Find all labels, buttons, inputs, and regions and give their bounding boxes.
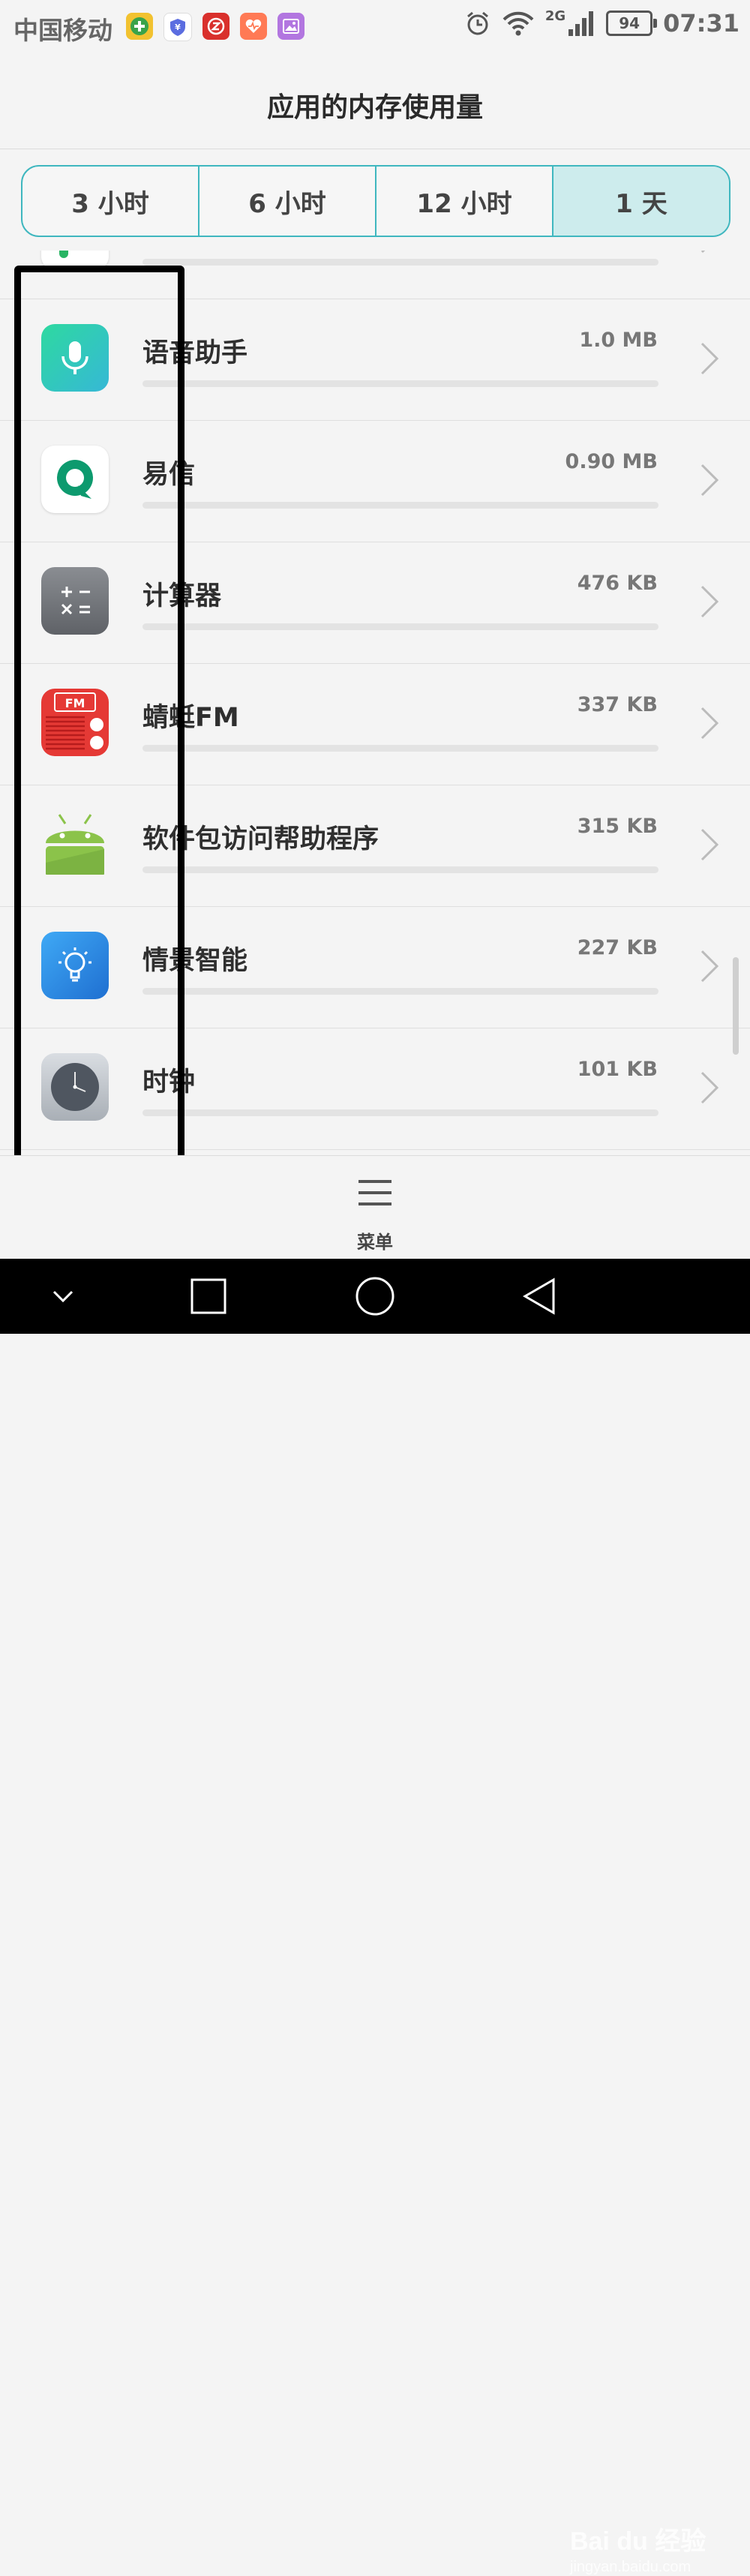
status-bar: 中国移动 ¥ 2G 94 07:31 — [0, 0, 750, 53]
tab-1-day[interactable]: 1 天 — [554, 167, 729, 236]
app-memory-size: 476 KB — [577, 572, 658, 595]
back-triangle-icon[interactable] — [519, 1275, 561, 1317]
watermark-logo: Bai du 经验 — [570, 2527, 706, 2556]
alarm-icon — [466, 11, 488, 35]
tab-6-hours[interactable]: 6 小时 — [200, 167, 376, 236]
status-right: 2G 94 07:31 — [464, 8, 740, 38]
back-down-icon[interactable] — [42, 1275, 84, 1317]
menu-label[interactable]: 菜单 — [0, 1227, 750, 1253]
add-circle-icon — [126, 13, 153, 40]
usage-bar — [142, 866, 658, 873]
usage-bar — [142, 988, 658, 995]
chevron-right-icon — [700, 464, 719, 497]
usage-bar — [142, 623, 658, 630]
health-icon — [240, 13, 267, 40]
signal-icon — [568, 11, 594, 36]
usage-bar — [142, 380, 658, 387]
highlight-box — [14, 266, 184, 1163]
clock-time: 07:31 — [663, 9, 740, 38]
recents-square-icon[interactable] — [188, 1275, 230, 1317]
chevron-right-icon — [700, 585, 719, 618]
bottom-menu-bar: 菜单 — [0, 1155, 750, 1259]
usage-bar — [142, 1109, 658, 1116]
battery-indicator: 94 — [606, 11, 658, 36]
app-memory-size: 0.90 MB — [565, 450, 658, 473]
svg-text:¥: ¥ — [175, 23, 181, 32]
usage-bar — [142, 745, 658, 752]
tab-3-hours[interactable]: 3 小时 — [22, 167, 200, 236]
chevron-right-icon — [700, 251, 706, 254]
app-memory-size: 315 KB — [577, 815, 658, 838]
menu-icon[interactable] — [357, 1178, 393, 1207]
shield-icon: ¥ — [164, 13, 192, 41]
z-app-icon — [202, 13, 230, 40]
app-memory-size: 227 KB — [577, 936, 658, 959]
usage-bar — [142, 259, 658, 266]
gallery-icon — [278, 13, 304, 40]
carrier-name: 中国移动 — [14, 16, 112, 45]
notification-icons: ¥ — [126, 13, 304, 41]
chevron-right-icon — [700, 828, 719, 861]
app-memory-size: 101 KB — [577, 1058, 658, 1081]
scrollbar[interactable] — [733, 957, 739, 1055]
battery-level: 94 — [619, 14, 640, 32]
time-range-tabs: 3 小时 6 小时 12 小时 1 天 — [21, 165, 730, 237]
app-memory-size: 337 KB — [577, 693, 658, 716]
title-bar: 应用的内存使用量 — [0, 53, 750, 149]
tab-12-hours[interactable]: 12 小时 — [376, 167, 554, 236]
app-memory-size: 1.0 MB — [579, 329, 658, 352]
wifi-icon — [502, 11, 534, 36]
chevron-right-icon — [700, 1071, 719, 1104]
page-title: 应用的内存使用量 — [266, 92, 483, 123]
chevron-right-icon — [700, 950, 719, 983]
network-type: 2G — [544, 8, 566, 24]
watermark-url: jingyan.baidu.com — [570, 2559, 692, 2575]
home-circle-icon[interactable] — [354, 1275, 396, 1317]
baidu-watermark: Bai du 经验 jingyan.baidu.com — [570, 2520, 706, 2576]
chevron-right-icon — [700, 342, 719, 375]
usage-bar — [142, 502, 658, 509]
navigation-bar: Bai du 经验 jingyan.baidu.com — [0, 1259, 750, 2575]
chevron-right-icon — [700, 707, 719, 740]
